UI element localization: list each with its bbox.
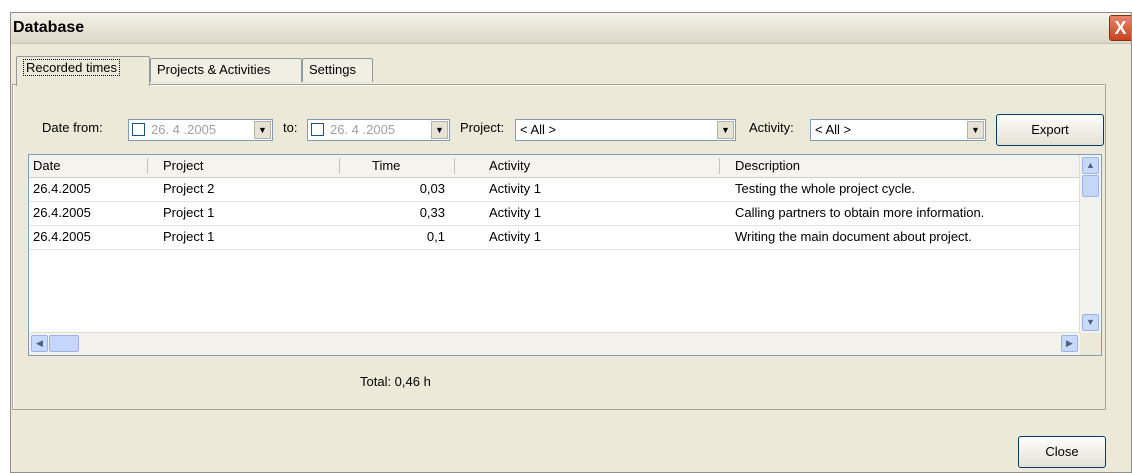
cell-description: Testing the whole project cycle. xyxy=(735,181,915,196)
table-row[interactable]: 26.4.2005 Project 1 0,33 Activity 1 Call… xyxy=(29,202,1081,226)
date-to-checkbox[interactable] xyxy=(311,123,324,136)
total-time: Total: 0,46 h xyxy=(360,374,431,389)
table-header: Date Project Time Activity Description xyxy=(29,155,1081,178)
cell-time: 0,03 xyxy=(419,181,445,196)
tab-recorded-times[interactable]: Recorded times xyxy=(16,56,150,86)
scroll-corner xyxy=(1080,333,1101,355)
date-to-value: 26. 4 .2005 xyxy=(330,122,396,137)
dropdown-arrow-icon[interactable]: ▼ xyxy=(717,121,734,139)
date-from-checkbox[interactable] xyxy=(132,123,145,136)
title-bar: Database X xyxy=(11,13,1131,44)
cell-date: 26.4.2005 xyxy=(33,181,91,196)
recorded-times-table[interactable]: Date Project Time Activity Description 2… xyxy=(28,154,1102,356)
table-row[interactable]: 26.4.2005 Project 2 0,03 Activity 1 Test… xyxy=(29,178,1081,202)
cell-description: Writing the main document about project. xyxy=(735,229,972,244)
window-title: Database xyxy=(13,19,85,36)
project-value: < All > xyxy=(520,122,557,137)
column-header-date[interactable]: Date xyxy=(33,155,60,176)
activity-select[interactable]: < All > ▼ xyxy=(810,119,986,141)
tab-settings[interactable]: Settings xyxy=(302,58,373,82)
tab-projects-activities[interactable]: Projects & Activities xyxy=(150,58,302,82)
column-header-activity[interactable]: Activity xyxy=(489,155,530,176)
horizontal-scrollbar[interactable]: ◀ ▶ xyxy=(29,332,1081,355)
cell-activity: Activity 1 xyxy=(489,181,542,196)
dropdown-arrow-icon[interactable]: ▼ xyxy=(967,121,984,139)
cell-date: 26.4.2005 xyxy=(33,229,91,244)
export-label: Export xyxy=(1031,122,1069,137)
scroll-left-icon[interactable]: ◀ xyxy=(31,335,48,352)
activity-value: < All > xyxy=(815,122,852,137)
column-header-description[interactable]: Description xyxy=(735,155,800,176)
tab-label: Settings xyxy=(309,62,356,77)
tab-label: Projects & Activities xyxy=(157,62,271,77)
column-header-time[interactable]: Time xyxy=(372,155,400,176)
horizontal-scroll-thumb[interactable] xyxy=(49,335,79,352)
date-to-picker[interactable]: 26. 4 .2005 ▼ xyxy=(307,119,450,141)
table-row[interactable]: 26.4.2005 Project 1 0,1 Activity 1 Writi… xyxy=(29,226,1081,250)
date-from-value: 26. 4 .2005 xyxy=(151,122,217,137)
vertical-scroll-thumb[interactable] xyxy=(1082,175,1099,197)
cell-date: 26.4.2005 xyxy=(33,205,91,220)
activity-label: Activity: xyxy=(749,120,794,135)
cell-time: 0,1 xyxy=(426,229,445,244)
cell-project: Project 1 xyxy=(163,205,215,220)
project-label: Project: xyxy=(460,120,505,135)
close-button[interactable]: Close xyxy=(1018,436,1106,468)
cell-description: Calling partners to obtain more informat… xyxy=(735,205,985,220)
scroll-right-icon[interactable]: ▶ xyxy=(1061,335,1078,352)
dropdown-arrow-icon[interactable]: ▼ xyxy=(254,121,271,139)
cell-time: 0,33 xyxy=(419,205,445,220)
cell-project: Project 1 xyxy=(163,229,215,244)
close-icon[interactable]: X xyxy=(1109,15,1131,41)
cell-project: Project 2 xyxy=(163,181,215,196)
close-label: Close xyxy=(1045,444,1079,459)
tab-label: Recorded times xyxy=(23,59,121,76)
scroll-up-icon[interactable]: ▲ xyxy=(1082,157,1099,174)
column-header-project[interactable]: Project xyxy=(163,155,203,176)
scroll-down-icon[interactable]: ▼ xyxy=(1082,314,1099,331)
dropdown-arrow-icon[interactable]: ▼ xyxy=(431,121,448,139)
export-button[interactable]: Export xyxy=(996,114,1104,146)
to-label: to: xyxy=(283,120,298,135)
vertical-scrollbar[interactable]: ▲ ▼ xyxy=(1079,155,1101,335)
cell-activity: Activity 1 xyxy=(489,205,542,220)
date-from-label: Date from: xyxy=(42,120,103,135)
date-from-picker[interactable]: 26. 4 .2005 ▼ xyxy=(128,119,273,141)
project-select[interactable]: < All > ▼ xyxy=(515,119,736,141)
cell-activity: Activity 1 xyxy=(489,229,542,244)
